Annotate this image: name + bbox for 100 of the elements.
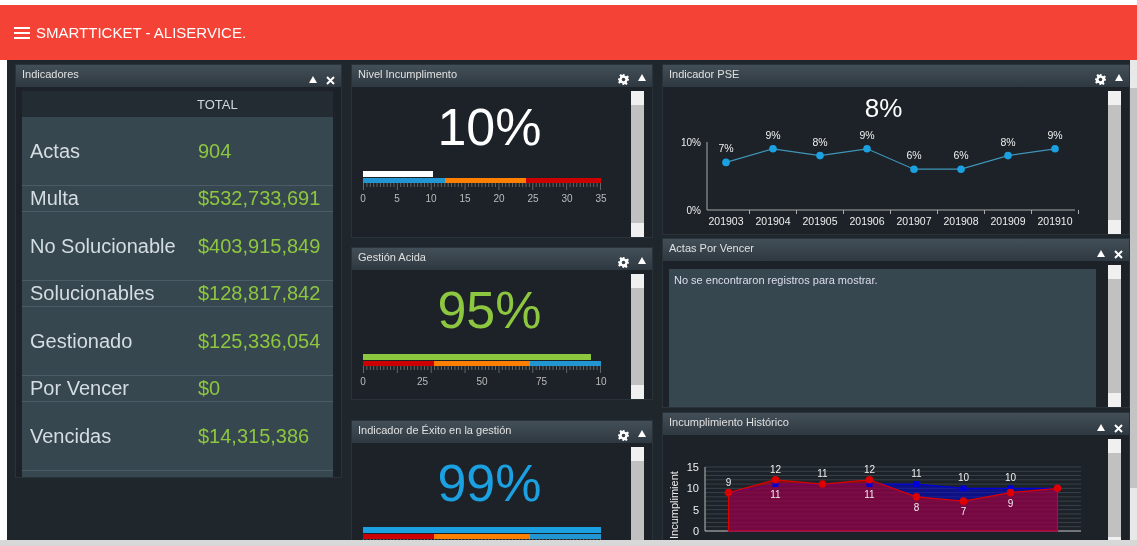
data-label: 9% [859,128,875,141]
circle-marker [818,480,827,488]
circle-marker [769,145,777,153]
circle-marker [957,165,965,173]
settings-icon[interactable] [618,430,629,441]
row-label: Multa [30,187,80,210]
panel-title: Indicador PSE [669,68,741,80]
square-marker [960,485,967,492]
circle-marker [1006,488,1015,497]
scrollbar[interactable] [0,540,1137,546]
empty-message: No se encontraron registros para mostrar. [669,269,1096,407]
data-label: 10 [957,472,970,484]
collapse-icon[interactable] [638,257,646,264]
scrollbar[interactable] [631,447,644,540]
data-label: 7 [960,506,967,518]
axis-label: 201905 [802,215,838,227]
axis-label: 201906 [849,215,885,227]
data-label: 8 [913,501,920,513]
collapse-icon[interactable] [1097,250,1105,257]
row-label: Vencidas [30,424,113,448]
axis-label: 201903 [708,215,744,227]
panel-title: Indicador de Éxito en la gestión [358,424,513,436]
settings-icon[interactable] [618,257,629,268]
axis-label: 0% [686,205,701,216]
circle-marker [724,488,733,497]
circle-marker [1004,151,1012,160]
circle-marker [1053,484,1062,493]
panel-title: Actas Por Vencer [669,242,755,254]
data-label: 9 [725,476,732,488]
row-value: $0 [198,377,222,400]
row-label: No Solucionable [30,234,177,258]
data-label: 8% [812,135,828,148]
axis-label: 0 [692,525,699,537]
scale-label: 30 [561,193,573,204]
axis-label: 10 [686,482,699,495]
scrollbar[interactable] [1130,60,1137,540]
collapse-icon[interactable] [1115,74,1123,81]
data-label: 6% [953,149,969,162]
scale-label: 25 [416,376,429,387]
indicator-value: 8% [863,93,904,124]
settings-icon[interactable] [1095,74,1106,85]
axis-label: 201908 [943,215,979,227]
scale-label: 20 [493,193,505,204]
axis-label: 15 [686,461,699,473]
data-label: 8% [1000,135,1016,148]
scale-label: 25 [527,193,539,204]
data-label: 9% [1047,128,1063,141]
circle-marker [816,151,824,160]
app-title: SMARTTICKET - ALISERVICE. [36,24,247,41]
settings-icon[interactable] [618,74,629,85]
circle-marker [865,476,874,484]
circle-marker [722,158,730,167]
scale-label: 10 [595,376,607,387]
data-label: 9% [765,128,781,141]
gauge-value: 99% [436,453,543,513]
row-label: Por Vencer [30,377,130,400]
scale-label: 75 [535,376,548,387]
row-value: $128,817,842 [198,282,322,305]
panel-title: Gestión Acida [358,251,427,263]
row-value: $14,315,386 [198,424,311,448]
scale-label: 10 [425,193,437,204]
circle-marker [910,165,918,173]
gauge-value: 95% [436,280,543,340]
scrollbar[interactable] [631,274,644,399]
scrollbar[interactable] [1108,91,1121,234]
close-icon[interactable] [326,76,335,85]
collapse-icon[interactable] [638,74,646,81]
scale-label: 0 [360,376,366,387]
scale-label: 0 [360,193,366,204]
data-label: 9 [1007,497,1014,509]
row-value: $125,336,054 [198,329,322,353]
row-label: Solucionables [30,282,156,305]
circle-marker [912,493,921,501]
collapse-icon[interactable] [1097,424,1105,431]
axis-label: 5 [692,503,699,516]
row-value: $532,733,691 [198,187,322,210]
column-header: TOTAL [197,96,239,112]
menu-icon[interactable] [14,26,30,39]
row-label: Actas [30,139,82,163]
data-label: 11 [911,468,922,480]
scrollbar[interactable] [1108,439,1121,540]
scrollbar[interactable] [1108,265,1121,407]
panel-title: Nivel Incumplimento [358,68,459,80]
axis-label: 201909 [990,215,1026,227]
data-label: 10 [1004,472,1017,484]
data-label: 12 [863,463,876,475]
row-label: Gestionado [30,329,134,353]
collapse-icon[interactable] [309,76,317,83]
collapse-icon[interactable] [638,430,646,437]
gauge-value: 10% [436,97,543,157]
panel-title: Indicadores [22,68,80,80]
row-value: $403,915,849 [198,234,322,258]
scrollbar[interactable] [631,91,644,237]
data-label: 7% [718,142,734,155]
data-label: 11 [817,468,828,480]
square-marker [913,481,920,488]
data-label: 6% [906,149,922,162]
close-icon[interactable] [1114,250,1123,259]
scale-label: 15 [459,193,471,204]
close-icon[interactable] [1114,424,1123,433]
